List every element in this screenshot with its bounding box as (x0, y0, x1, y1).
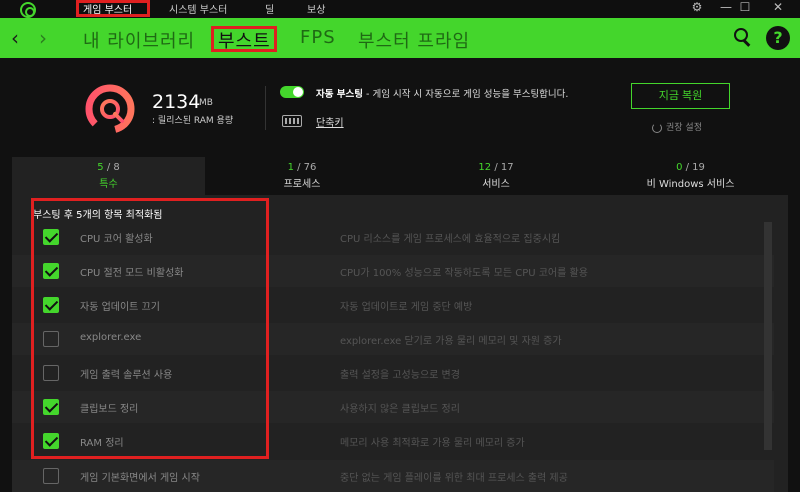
back-arrow-icon[interactable]: ‹ (11, 26, 19, 50)
stat-label: 서비스 (482, 179, 510, 190)
auto-boost-text: 자동 부스팅 - 게임 시작 시 자동으로 게임 성능을 부스팅합니다. (316, 86, 568, 100)
auto-boost-title: 자동 부스팅 (316, 89, 364, 100)
stat-count: 12 / 17 (478, 162, 514, 173)
list-scrollbar[interactable] (764, 222, 772, 450)
top-tab-deals[interactable]: 딜 (265, 1, 274, 16)
stat-count: 0 / 19 (676, 162, 705, 173)
tab-fps[interactable]: FPS (300, 27, 336, 48)
stat-label: 특수 (99, 179, 118, 190)
category-tabs: 5 / 8 특수 1 / 76 프로세스 12 / 17 서비스 0 / 19 … (12, 157, 788, 195)
gear-icon[interactable]: ⚙ (687, 0, 707, 14)
item-desc: explorer.exe 닫기로 가용 물리 메모리 및 자원 증가 (340, 336, 562, 347)
auto-boost-toggle[interactable] (280, 86, 304, 98)
minimize-icon[interactable]: — (716, 0, 736, 14)
annotation-box-optimized-list (31, 198, 269, 459)
search-icon[interactable] (733, 27, 753, 47)
restore-now-button[interactable]: 지금 복원 (631, 83, 730, 109)
item-desc: 메모리 사용 최적화로 가용 물리 메모리 증가 (340, 438, 525, 449)
checkbox-unchecked[interactable] (43, 468, 59, 484)
stat-label: 프로세스 (283, 179, 321, 190)
item-desc: CPU가 100% 성능으로 작동하도록 모든 CPU 코어를 활용 (340, 268, 588, 279)
item-desc: 자동 업데이트로 게임 중단 예방 (340, 302, 473, 313)
tab-services[interactable]: 12 / 17 서비스 (399, 157, 593, 195)
tab-non-windows-services[interactable]: 0 / 19 비 Windows 서비스 (593, 157, 788, 195)
ram-unit: MB (199, 98, 213, 108)
stat-count: 1 / 76 (287, 162, 317, 173)
refresh-icon (652, 122, 662, 133)
divider (265, 86, 266, 130)
tab-processes[interactable]: 1 / 76 프로세스 (205, 157, 399, 195)
recommended-settings-link[interactable]: 권장 설정 (652, 120, 702, 133)
item-desc: 출력 설정을 고성능으로 변경 (340, 370, 460, 381)
item-name: 게임 기본화면에서 게임 시작 (80, 473, 200, 484)
auto-boost-desc: - 게임 시작 시 자동으로 게임 성능을 부스팅합니다. (363, 89, 569, 100)
stat-label: 비 Windows 서비스 (646, 179, 735, 190)
keyboard-icon (282, 115, 302, 127)
help-icon[interactable]: ? (766, 26, 790, 50)
item-desc: 사용하지 않은 클립보드 정리 (340, 404, 460, 415)
shortcut-link[interactable]: 단축키 (316, 114, 344, 129)
stat-count: 5 / 8 (97, 162, 120, 173)
ram-released-label: : 릴리스된 RAM 용량 (152, 116, 234, 126)
boost-gauge-icon (85, 84, 135, 134)
top-tab-system-booster[interactable]: 시스템 부스터 (169, 1, 227, 16)
list-item[interactable]: 게임 기본화면에서 게임 시작 중단 없는 게임 플레이를 위한 최대 프로세스… (12, 460, 774, 492)
nav-bar: ‹ › 내 라이브러리 부스트 FPS 부스터 프라임 (0, 18, 800, 58)
close-icon[interactable]: ✕ (768, 0, 788, 14)
recommended-settings-label: 권장 설정 (666, 123, 702, 133)
tab-booster-prime[interactable]: 부스터 프라임 (358, 27, 470, 53)
maximize-icon[interactable]: ☐ (735, 0, 755, 14)
item-desc: 중단 없는 게임 플레이를 위한 최대 프로세스 출력 제공 (340, 473, 568, 484)
top-tab-rewards[interactable]: 보상 (307, 1, 325, 16)
tab-my-library[interactable]: 내 라이브러리 (83, 27, 195, 53)
annotation-box-boost-tab (211, 26, 277, 52)
item-desc: CPU 리소스를 게임 프로세스에 효율적으로 집중시킴 (340, 234, 561, 245)
tab-special[interactable]: 5 / 8 특수 (12, 157, 205, 195)
forward-arrow-icon[interactable]: › (39, 26, 47, 50)
ram-released-value: 2134 (152, 91, 201, 113)
annotation-box-game-booster (76, 0, 150, 17)
cortex-logo-icon (20, 2, 36, 18)
boost-summary: 2134 MB : 릴리스된 RAM 용량 자동 부스팅 - 게임 시작 시 자… (0, 58, 800, 157)
